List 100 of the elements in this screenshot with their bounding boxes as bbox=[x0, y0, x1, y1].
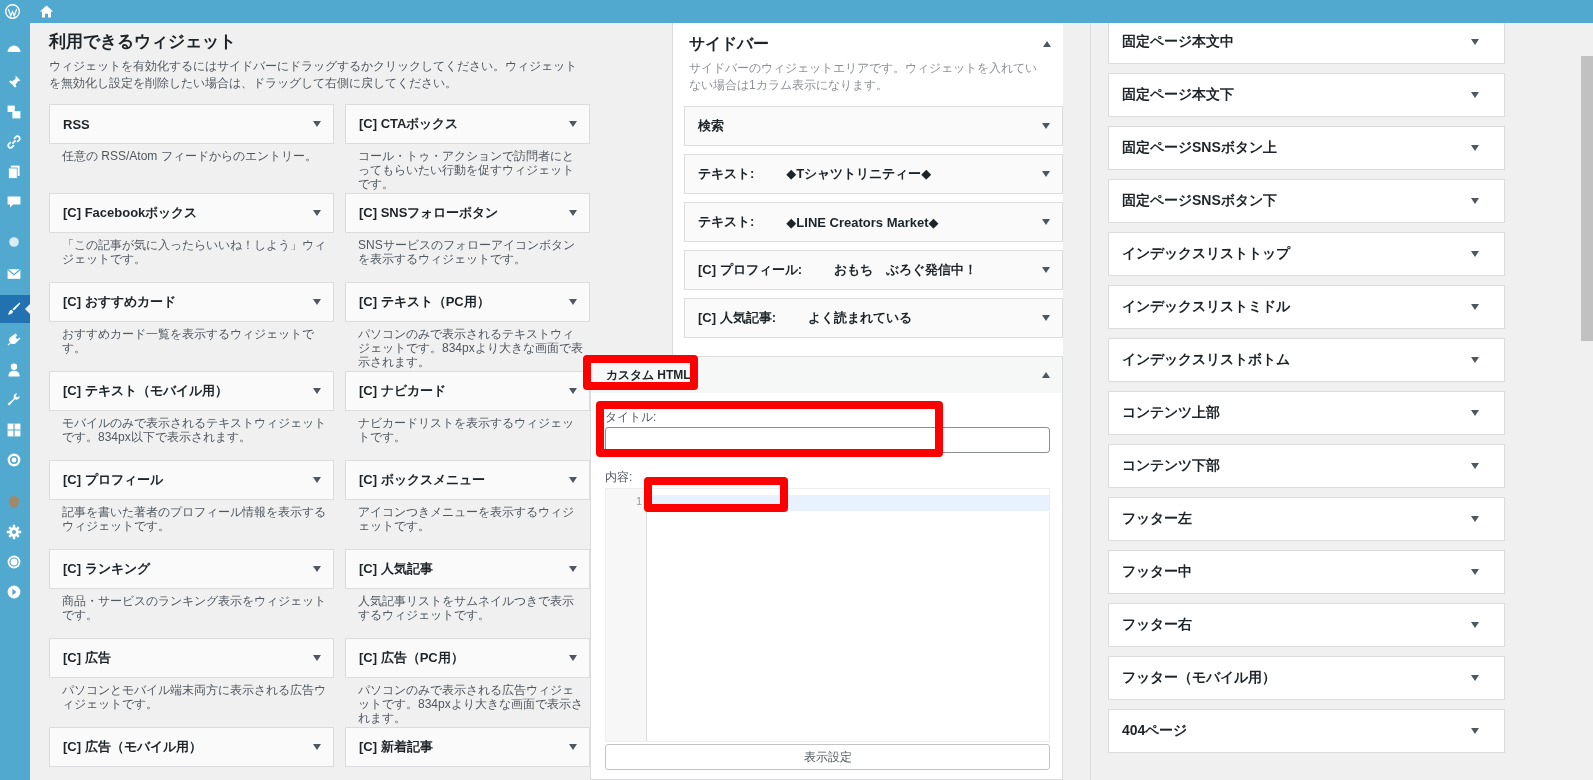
widget-area[interactable]: インデックスリストトップ bbox=[1108, 232, 1505, 276]
caret-icon[interactable] bbox=[313, 655, 321, 661]
widget-area[interactable]: 固定ページSNSボタン下 bbox=[1108, 179, 1505, 223]
settings-button[interactable]: 表示設定 bbox=[605, 744, 1050, 770]
widget-area[interactable]: フッター中 bbox=[1108, 550, 1505, 594]
caret-icon[interactable] bbox=[1471, 357, 1479, 363]
caret-icon[interactable] bbox=[569, 566, 577, 572]
widget-area[interactable]: 固定ページ本文中 bbox=[1108, 23, 1505, 64]
caret-icon[interactable] bbox=[313, 210, 321, 216]
mail-icon[interactable] bbox=[6, 266, 22, 282]
caret-icon[interactable] bbox=[1042, 267, 1050, 273]
caret-icon[interactable] bbox=[1471, 251, 1479, 257]
widget-card[interactable]: [C] 広告 bbox=[49, 638, 334, 678]
area-title[interactable]: サイドバー bbox=[689, 33, 769, 55]
caret-icon[interactable] bbox=[1471, 92, 1479, 98]
caret-icon[interactable] bbox=[1471, 39, 1479, 45]
caret-icon[interactable] bbox=[569, 210, 577, 216]
widget-area[interactable]: コンテンツ上部 bbox=[1108, 391, 1505, 435]
widget-area[interactable]: インデックスリストボトム bbox=[1108, 338, 1505, 382]
caret-icon[interactable] bbox=[1471, 516, 1479, 522]
caret-icon[interactable] bbox=[313, 299, 321, 305]
caret-icon[interactable] bbox=[569, 121, 577, 127]
widget-area[interactable]: 404ページ bbox=[1108, 709, 1505, 753]
caret-icon[interactable] bbox=[313, 388, 321, 394]
widget-card[interactable]: [C] Facebookボックス bbox=[49, 193, 334, 233]
caret-icon[interactable] bbox=[1042, 171, 1050, 177]
caret-icon[interactable] bbox=[1471, 198, 1479, 204]
caret-icon[interactable] bbox=[569, 388, 577, 394]
caret-icon[interactable] bbox=[313, 566, 321, 572]
widget-card[interactable]: [C] SNSフォローボタン bbox=[345, 193, 590, 233]
widget-area[interactable]: フッター右 bbox=[1108, 603, 1505, 647]
caret-icon[interactable] bbox=[1471, 622, 1479, 628]
play-icon[interactable] bbox=[6, 584, 22, 600]
widget-name: テキスト: bbox=[698, 165, 755, 183]
widget-card[interactable]: [C] テキスト（PC用） bbox=[345, 282, 590, 322]
caret-icon[interactable] bbox=[313, 121, 321, 127]
caret-icon[interactable] bbox=[1471, 569, 1479, 575]
widget-area[interactable]: コンテンツ下部 bbox=[1108, 444, 1505, 488]
caret-icon[interactable] bbox=[313, 744, 321, 750]
widget-card[interactable]: [C] 人気記事: よく読まれている bbox=[684, 298, 1063, 338]
widget-card[interactable]: [C] プロフィール: おもち ぶろぐ発信中！ bbox=[684, 250, 1063, 290]
wrench-icon[interactable] bbox=[6, 392, 22, 408]
caret-icon[interactable] bbox=[1471, 463, 1479, 469]
caret-icon[interactable] bbox=[1471, 728, 1479, 734]
user-icon[interactable] bbox=[6, 362, 22, 378]
media-icon[interactable] bbox=[6, 104, 22, 120]
widget-card[interactable]: [C] おすすめカード bbox=[49, 282, 334, 322]
widget-name: 検索 bbox=[698, 117, 724, 135]
caret-icon[interactable] bbox=[1042, 372, 1050, 378]
widget-card[interactable]: [C] ナビカード bbox=[345, 371, 590, 411]
widget-card[interactable]: [C] 広告（PC用） bbox=[345, 638, 590, 678]
brush-icon[interactable] bbox=[6, 301, 22, 317]
widget-area[interactable]: 固定ページSNSボタン上 bbox=[1108, 126, 1505, 170]
caret-icon[interactable] bbox=[569, 655, 577, 661]
widget-title: おもち ぶろぐ発信中！ bbox=[834, 261, 977, 279]
widget-card[interactable]: [C] プロフィール bbox=[49, 460, 334, 500]
widget-card[interactable]: テキスト: ◆Tシャツトリニティー◆ bbox=[684, 154, 1063, 194]
widget-area[interactable]: インデックスリストミドル bbox=[1108, 285, 1505, 329]
caret-icon[interactable] bbox=[1471, 304, 1479, 310]
pin-icon[interactable] bbox=[6, 74, 22, 90]
caret-icon[interactable] bbox=[1042, 315, 1050, 321]
widget-card[interactable]: テキスト: ◆LINE Creators Market◆ bbox=[684, 202, 1063, 242]
widget-card[interactable]: [C] ボックスメニュー bbox=[345, 460, 590, 500]
widget-card[interactable]: [C] CTAボックス bbox=[345, 104, 590, 144]
caret-icon[interactable] bbox=[569, 744, 577, 750]
settings-icon[interactable] bbox=[6, 524, 22, 540]
widget-description: 商品・サービスのランキング表示をウィジェットです。 bbox=[61, 593, 327, 622]
caret-icon[interactable] bbox=[1471, 675, 1479, 681]
plugin-icon[interactable] bbox=[6, 332, 22, 348]
caret-icon[interactable] bbox=[1471, 410, 1479, 416]
caret-icon[interactable] bbox=[1042, 219, 1050, 225]
caret-icon[interactable] bbox=[1042, 123, 1050, 129]
grid-icon[interactable] bbox=[6, 422, 22, 438]
area-name: インデックスリストミドル bbox=[1122, 298, 1290, 316]
caret-icon[interactable] bbox=[1043, 41, 1051, 47]
widget-title: よく読まれている bbox=[808, 309, 912, 327]
home-icon[interactable] bbox=[39, 4, 54, 19]
widget-area[interactable]: 固定ページ本文下 bbox=[1108, 73, 1505, 117]
link-icon[interactable] bbox=[6, 134, 22, 150]
widget-card[interactable]: [C] ランキング bbox=[49, 549, 334, 589]
pages-icon[interactable] bbox=[6, 164, 22, 180]
widget-name: [C] CTAボックス bbox=[359, 115, 459, 133]
widget-card[interactable]: RSS bbox=[49, 104, 334, 144]
widget-area[interactable]: フッター左 bbox=[1108, 497, 1505, 541]
widget-card[interactable]: [C] テキスト（モバイル用） bbox=[49, 371, 334, 411]
comment-icon[interactable] bbox=[6, 194, 22, 210]
widget-name: テキスト: bbox=[698, 213, 755, 231]
caret-icon[interactable] bbox=[1471, 145, 1479, 151]
logo-icon[interactable] bbox=[4, 3, 21, 20]
logo-icon[interactable] bbox=[6, 554, 22, 570]
widget-name[interactable]: カスタム HTML bbox=[606, 366, 691, 384]
caret-icon[interactable] bbox=[569, 299, 577, 305]
widget-card[interactable]: [C] 新着記事 bbox=[345, 727, 590, 767]
widget-area[interactable]: フッター（モバイル用） bbox=[1108, 656, 1505, 700]
caret-icon[interactable] bbox=[313, 477, 321, 483]
widget-card[interactable]: [C] 広告（モバイル用） bbox=[49, 727, 334, 767]
widget-card[interactable]: [C] 人気記事 bbox=[345, 549, 590, 589]
caret-icon[interactable] bbox=[569, 477, 577, 483]
widget-card[interactable]: 検索 bbox=[684, 106, 1063, 146]
area-name: フッター右 bbox=[1122, 616, 1192, 634]
